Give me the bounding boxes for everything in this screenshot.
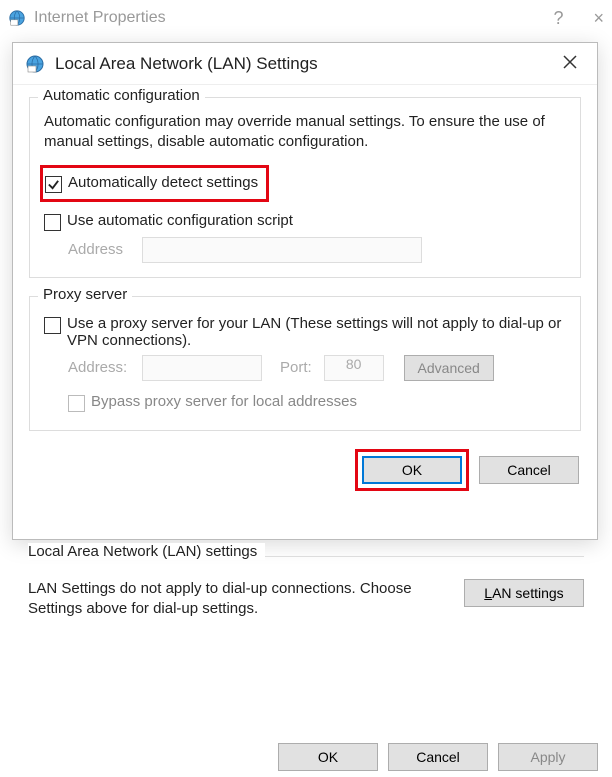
proxy-use-row[interactable]: Use a proxy server for your LAN (These s…: [44, 315, 566, 349]
lan-dialog-title: Local Area Network (LAN) Settings: [55, 54, 318, 74]
parent-window-controls: ? ×: [553, 8, 604, 29]
auto-script-row[interactable]: Use automatic configuration script: [44, 212, 566, 231]
lan-section-legend: Local Area Network (LAN) settings: [28, 543, 265, 560]
proxy-use-checkbox[interactable]: [44, 317, 61, 334]
proxy-address-label: Address:: [68, 359, 130, 376]
lan-settings-button[interactable]: LAN settings: [464, 579, 584, 607]
auto-script-checkbox[interactable]: [44, 214, 61, 231]
parent-close-button[interactable]: ×: [593, 8, 604, 29]
auto-script-address-row: Address: [44, 237, 566, 263]
lan-settings-section: Local Area Network (LAN) settings LAN Se…: [28, 546, 584, 620]
highlight-ok-button: OK: [355, 449, 469, 491]
automatic-configuration-group: Automatic configuration Automatic config…: [29, 97, 581, 278]
highlight-auto-detect: Automatically detect settings: [40, 165, 269, 202]
proxy-server-group: Proxy server Use a proxy server for your…: [29, 296, 581, 431]
lan-dialog-icon: [25, 54, 45, 74]
proxy-port-label: Port:: [280, 359, 312, 376]
parent-dialog-buttons: OK Cancel Apply: [278, 743, 598, 771]
lan-dialog-buttons: OK Cancel: [29, 449, 581, 491]
lan-section-text: LAN Settings do not apply to dial-up con…: [28, 579, 448, 620]
auto-script-label: Use automatic configuration script: [67, 212, 293, 229]
parent-titlebar: Internet Properties ? ×: [0, 0, 612, 36]
proxy-address-input: [142, 355, 262, 381]
proxy-bypass-checkbox: [68, 395, 85, 412]
parent-apply-button: Apply: [498, 743, 598, 771]
auto-script-address-label: Address: [68, 241, 130, 258]
auto-script-address-input: [142, 237, 422, 263]
proxy-port-input: 80: [324, 355, 384, 381]
auto-detect-label: Automatically detect settings: [68, 174, 258, 191]
proxy-advanced-button: Advanced: [404, 355, 494, 381]
proxy-bypass-row: Bypass proxy server for local addresses: [44, 393, 566, 412]
lan-titlebar: Local Area Network (LAN) Settings: [13, 43, 597, 85]
proxy-address-row: Address: Port: 80 Advanced: [44, 355, 566, 381]
auto-config-legend: Automatic configuration: [38, 87, 205, 104]
auto-detect-checkbox[interactable]: [45, 176, 62, 193]
parent-cancel-button[interactable]: Cancel: [388, 743, 488, 771]
internet-options-icon: [8, 9, 26, 27]
parent-ok-button[interactable]: OK: [278, 743, 378, 771]
auto-config-description: Automatic configuration may override man…: [44, 112, 566, 153]
lan-dialog-body: Automatic configuration Automatic config…: [13, 85, 597, 503]
proxy-legend: Proxy server: [38, 286, 132, 303]
lan-settings-dialog: Local Area Network (LAN) Settings Automa…: [12, 42, 598, 540]
lan-ok-button[interactable]: OK: [362, 456, 462, 484]
proxy-bypass-label: Bypass proxy server for local addresses: [91, 393, 357, 410]
parent-title: Internet Properties: [34, 9, 166, 27]
auto-detect-row[interactable]: Automatically detect settings: [45, 174, 258, 193]
lan-cancel-button[interactable]: Cancel: [479, 456, 579, 484]
lan-close-button[interactable]: [555, 52, 585, 75]
proxy-use-label: Use a proxy server for your LAN (These s…: [67, 315, 566, 349]
help-button[interactable]: ?: [553, 8, 563, 29]
